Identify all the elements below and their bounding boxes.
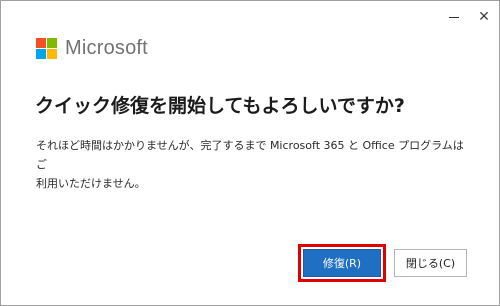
microsoft-logo-icon [36,38,57,59]
logo-square-green [47,38,57,48]
close-icon: ✕ [478,9,490,25]
message-line-2: 利用いただけません。 [36,177,146,190]
window-controls: ✕ [439,1,499,33]
dialog-message: それほど時間はかかりませんが、完了するまで Microsoft 365 と Of… [36,136,466,193]
dialog-window: ✕ Microsoft クイック修復を開始してもよろしいですか? それほど時間は… [0,0,500,306]
minimize-icon [449,16,459,18]
dialog-heading: クイック修復を開始してもよろしいですか? [35,95,405,117]
repair-button[interactable]: 修復(R) [303,249,381,277]
close-window-button[interactable]: ✕ [469,1,499,33]
logo-square-yellow [47,49,57,59]
minimize-button[interactable] [439,1,469,33]
logo-square-red [36,38,46,48]
close-button[interactable]: 閉じる(C) [394,249,467,277]
microsoft-logo: Microsoft [36,37,148,60]
message-line-1: それほど時間はかかりませんが、完了するまで Microsoft 365 と Of… [36,139,464,171]
brand-name: Microsoft [65,37,148,59]
logo-square-blue [36,49,46,59]
